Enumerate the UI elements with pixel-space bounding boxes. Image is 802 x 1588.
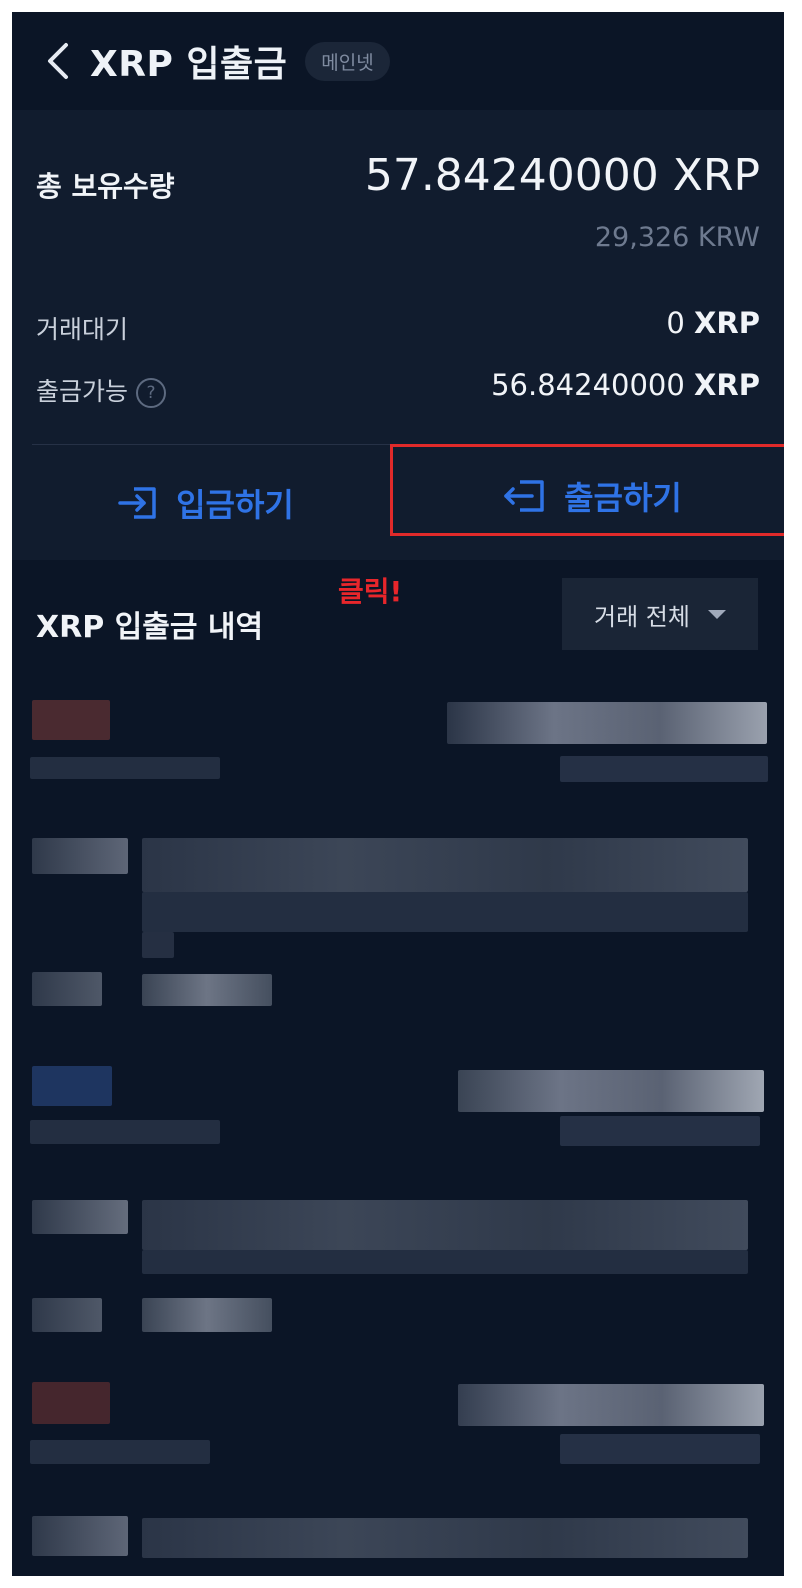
chevron-left-icon [48, 43, 68, 79]
help-icon[interactable]: ? [136, 378, 167, 408]
total-holdings-krw: 29,326 KRW [594, 222, 760, 253]
blurred-block [560, 1434, 760, 1464]
history-title: XRP 입출금 내역 [36, 610, 264, 645]
deposit-label: 입금하기 [176, 486, 294, 524]
available-number: 56.84240000 [491, 368, 685, 402]
history-filter-dropdown[interactable]: 거래 전체 [562, 578, 758, 650]
blurred-block [30, 1440, 210, 1464]
balance-summary: 총 보유수량 57.84240000 XRP 29,326 KRW 거래대기 0… [12, 110, 784, 560]
app-header: XRP 입출금 메인넷 [12, 12, 784, 110]
blurred-block [142, 838, 748, 892]
blurred-block [30, 1120, 220, 1144]
blurred-block [32, 1066, 112, 1106]
pending-unit: XRP [694, 306, 760, 340]
blurred-block [30, 757, 220, 779]
back-button[interactable] [32, 36, 82, 86]
blurred-block [458, 1384, 764, 1426]
deposit-button[interactable]: 입금하기 [12, 450, 398, 556]
blurred-block [32, 1382, 110, 1424]
blurred-block [142, 974, 272, 1006]
click-annotation: 클릭! [338, 575, 403, 608]
blurred-block [32, 838, 128, 874]
blurred-block [32, 1200, 128, 1234]
blurred-block [142, 932, 174, 958]
blurred-block [142, 1250, 748, 1274]
blurred-block [32, 972, 102, 1006]
available-amount: 56.84240000 XRP [491, 368, 760, 402]
deposit-icon [118, 487, 156, 519]
blurred-block [32, 1516, 128, 1556]
blurred-block [560, 1116, 760, 1146]
blurred-block [458, 1070, 764, 1112]
blurred-block [32, 1298, 102, 1332]
page-title: XRP 입출금 [90, 44, 288, 85]
total-holdings-amount: 57.84240000 XRP [364, 150, 760, 201]
withdraw-highlight-box [390, 444, 784, 536]
caret-down-icon [707, 609, 726, 619]
available-unit: XRP [694, 368, 760, 402]
blurred-block [142, 892, 748, 932]
available-label: 출금가능 [36, 377, 129, 406]
pending-number: 0 [666, 306, 685, 340]
pending-amount: 0 XRP [666, 306, 760, 340]
pending-label: 거래대기 [36, 315, 129, 344]
blurred-block [142, 1200, 748, 1250]
blurred-block [447, 702, 767, 744]
history-filter-label: 거래 전체 [594, 602, 690, 631]
blurred-block [32, 700, 110, 740]
network-badge: 메인넷 [305, 41, 390, 81]
total-holdings-label: 총 보유수량 [36, 170, 175, 203]
phone-screen: XRP 입출금 메인넷 총 보유수량 57.84240000 XRP 29,32… [12, 12, 784, 1576]
blurred-block [142, 1518, 748, 1558]
available-row-label: 출금가능? [36, 372, 167, 408]
blurred-block [142, 1298, 272, 1332]
blurred-block [560, 756, 768, 782]
